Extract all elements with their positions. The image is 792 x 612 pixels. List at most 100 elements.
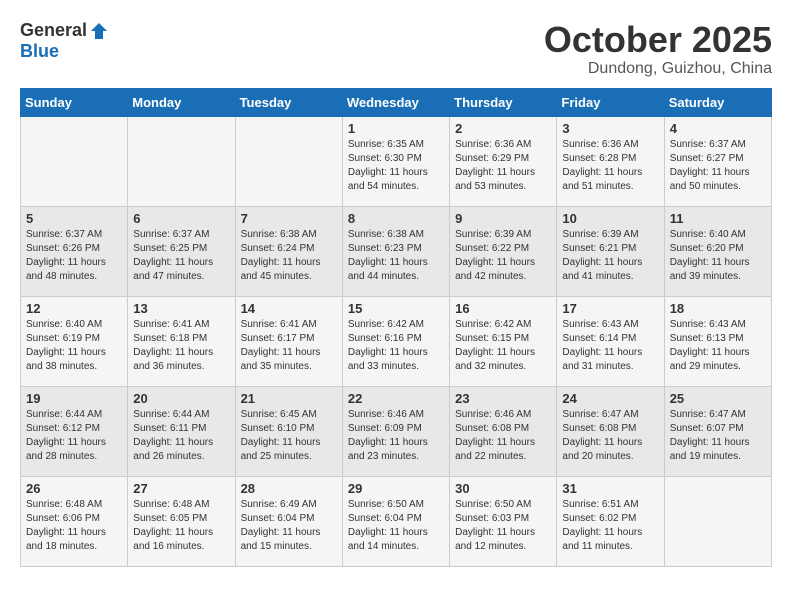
day-number: 30 — [455, 481, 551, 496]
page-header: General Blue October 2025 Dundong, Guizh… — [20, 20, 772, 78]
day-info: Sunrise: 6:50 AM Sunset: 6:03 PM Dayligh… — [455, 498, 551, 554]
cell-w3-d0: 19Sunrise: 6:44 AM Sunset: 6:12 PM Dayli… — [21, 386, 128, 476]
day-number: 29 — [348, 481, 444, 496]
day-info: Sunrise: 6:47 AM Sunset: 6:07 PM Dayligh… — [670, 408, 766, 464]
logo-blue-text: Blue — [20, 41, 59, 62]
day-number: 22 — [348, 391, 444, 406]
day-number: 15 — [348, 301, 444, 316]
cell-w4-d0: 26 Sunrise: 6:48 AM Sunset: 6:06 PM Dayli… — [21, 476, 128, 566]
cell-w0-d2 — [235, 116, 342, 206]
day-number: 3 — [562, 121, 658, 136]
day-info: Sunrise: 6:44 AM Sunset: 6:12 PM Dayligh… — [26, 408, 122, 464]
location: Dundong, Guizhou, China — [544, 60, 772, 78]
calendar-table: Sunday Monday Tuesday Wednesday Thursday… — [20, 88, 772, 567]
day-info: Sunrise: 6:40 AM Sunset: 6:19 PM Dayligh… — [26, 318, 122, 374]
header-saturday: Saturday — [664, 88, 771, 116]
day-info: Sunrise: 6:48 AM Sunset: 6:05 PM Dayligh… — [133, 498, 229, 554]
cell-w0-d1 — [128, 116, 235, 206]
day-info: Sunrise: 6:48 AM Sunset: 6:06 PM Dayligh… — [26, 498, 122, 554]
cell-w1-d5: 10 Sunrise: 6:39 AM Sunset: 6:21 PM Dayli… — [557, 206, 664, 296]
day-number: 26 — [26, 481, 122, 496]
week-row-0: 1 Sunrise: 6:35 AM Sunset: 6:30 PM Daylig… — [21, 116, 772, 206]
header-wednesday: Wednesday — [342, 88, 449, 116]
day-number: 11 — [670, 211, 766, 226]
cell-w1-d0: 5 Sunrise: 6:37 AM Sunset: 6:26 PM Daylig… — [21, 206, 128, 296]
cell-w1-d1: 6 Sunrise: 6:37 AM Sunset: 6:25 PM Daylig… — [128, 206, 235, 296]
day-number: 18 — [670, 301, 766, 316]
day-info: Sunrise: 6:51 AM Sunset: 6:02 PM Dayligh… — [562, 498, 658, 554]
day-info: Sunrise: 6:38 AM Sunset: 6:23 PM Dayligh… — [348, 228, 444, 284]
logo-icon — [89, 21, 109, 41]
week-row-4: 26 Sunrise: 6:48 AM Sunset: 6:06 PM Dayli… — [21, 476, 772, 566]
day-number: 4 — [670, 121, 766, 136]
day-number: 2 — [455, 121, 551, 136]
cell-w3-d1: 20 Sunrise: 6:44 AM Sunset: 6:11 PM Dayli… — [128, 386, 235, 476]
cell-w4-d6 — [664, 476, 771, 566]
calendar-header: Sunday Monday Tuesday Wednesday Thursday… — [21, 88, 772, 116]
day-number: 5 — [26, 211, 122, 226]
day-number: 7 — [241, 211, 337, 226]
day-number: 28 — [241, 481, 337, 496]
day-info: Sunrise: 6:37 AM Sunset: 6:25 PM Dayligh… — [133, 228, 229, 284]
day-info: Sunrise: 6:41 AM Sunset: 6:18 PM Dayligh… — [133, 318, 229, 374]
day-info: Sunrise: 6:39 AM Sunset: 6:22 PM Dayligh… — [455, 228, 551, 284]
day-info: Sunrise: 6:41 AM Sunset: 6:17 PM Dayligh… — [241, 318, 337, 374]
day-number: 14 — [241, 301, 337, 316]
day-number: 21 — [241, 391, 337, 406]
day-number: 23 — [455, 391, 551, 406]
day-info: Sunrise: 6:45 AM Sunset: 6:10 PM Dayligh… — [241, 408, 337, 464]
cell-w4-d4: 30 Sunrise: 6:50 AM Sunset: 6:03 PM Dayli… — [450, 476, 557, 566]
cell-w3-d5: 24Sunrise: 6:47 AM Sunset: 6:08 PM Dayli… — [557, 386, 664, 476]
cell-w1-d3: 8 Sunrise: 6:38 AM Sunset: 6:23 PM Daylig… — [342, 206, 449, 296]
day-info: Sunrise: 6:43 AM Sunset: 6:14 PM Dayligh… — [562, 318, 658, 374]
cell-w3-d4: 23 Sunrise: 6:46 AM Sunset: 6:08 PM Dayli… — [450, 386, 557, 476]
day-number: 31 — [562, 481, 658, 496]
day-number: 8 — [348, 211, 444, 226]
cell-w2-d5: 17 Sunrise: 6:43 AM Sunset: 6:14 PM Dayli… — [557, 296, 664, 386]
day-number: 27 — [133, 481, 229, 496]
week-row-1: 5 Sunrise: 6:37 AM Sunset: 6:26 PM Daylig… — [21, 206, 772, 296]
header-sunday: Sunday — [21, 88, 128, 116]
cell-w2-d4: 16Sunrise: 6:42 AM Sunset: 6:15 PM Dayli… — [450, 296, 557, 386]
day-info: Sunrise: 6:39 AM Sunset: 6:21 PM Dayligh… — [562, 228, 658, 284]
day-info: Sunrise: 6:37 AM Sunset: 6:26 PM Dayligh… — [26, 228, 122, 284]
day-info: Sunrise: 6:46 AM Sunset: 6:08 PM Dayligh… — [455, 408, 551, 464]
day-info: Sunrise: 6:35 AM Sunset: 6:30 PM Dayligh… — [348, 138, 444, 194]
cell-w2-d6: 18Sunrise: 6:43 AM Sunset: 6:13 PM Dayli… — [664, 296, 771, 386]
cell-w2-d0: 12 Sunrise: 6:40 AM Sunset: 6:19 PM Dayli… — [21, 296, 128, 386]
logo: General Blue — [20, 20, 109, 62]
cell-w4-d1: 27 Sunrise: 6:48 AM Sunset: 6:05 PM Dayli… — [128, 476, 235, 566]
cell-w3-d3: 22 Sunrise: 6:46 AM Sunset: 6:09 PM Dayli… — [342, 386, 449, 476]
day-number: 1 — [348, 121, 444, 136]
day-number: 13 — [133, 301, 229, 316]
cell-w2-d2: 14 Sunrise: 6:41 AM Sunset: 6:17 PM Dayli… — [235, 296, 342, 386]
day-info: Sunrise: 6:36 AM Sunset: 6:28 PM Dayligh… — [562, 138, 658, 194]
cell-w0-d5: 3 Sunrise: 6:36 AM Sunset: 6:28 PM Daylig… — [557, 116, 664, 206]
day-number: 12 — [26, 301, 122, 316]
header-friday: Friday — [557, 88, 664, 116]
day-number: 9 — [455, 211, 551, 226]
cell-w4-d5: 31 Sunrise: 6:51 AM Sunset: 6:02 PM Dayli… — [557, 476, 664, 566]
logo-general-text: General — [20, 20, 87, 41]
day-number: 25 — [670, 391, 766, 406]
cell-w4-d2: 28 Sunrise: 6:49 AM Sunset: 6:04 PM Dayli… — [235, 476, 342, 566]
day-info: Sunrise: 6:44 AM Sunset: 6:11 PM Dayligh… — [133, 408, 229, 464]
day-number: 24 — [562, 391, 658, 406]
week-row-3: 19Sunrise: 6:44 AM Sunset: 6:12 PM Dayli… — [21, 386, 772, 476]
header-monday: Monday — [128, 88, 235, 116]
cell-w2-d1: 13 Sunrise: 6:41 AM Sunset: 6:18 PM Dayli… — [128, 296, 235, 386]
day-info: Sunrise: 6:46 AM Sunset: 6:09 PM Dayligh… — [348, 408, 444, 464]
day-number: 6 — [133, 211, 229, 226]
day-info: Sunrise: 6:49 AM Sunset: 6:04 PM Dayligh… — [241, 498, 337, 554]
day-number: 17 — [562, 301, 658, 316]
day-number: 10 — [562, 211, 658, 226]
day-info: Sunrise: 6:38 AM Sunset: 6:24 PM Dayligh… — [241, 228, 337, 284]
cell-w3-d6: 25 Sunrise: 6:47 AM Sunset: 6:07 PM Dayli… — [664, 386, 771, 476]
day-number: 20 — [133, 391, 229, 406]
day-info: Sunrise: 6:36 AM Sunset: 6:29 PM Dayligh… — [455, 138, 551, 194]
header-tuesday: Tuesday — [235, 88, 342, 116]
week-row-2: 12 Sunrise: 6:40 AM Sunset: 6:19 PM Dayli… — [21, 296, 772, 386]
calendar-body: 1 Sunrise: 6:35 AM Sunset: 6:30 PM Daylig… — [21, 116, 772, 566]
cell-w1-d6: 11Sunrise: 6:40 AM Sunset: 6:20 PM Dayli… — [664, 206, 771, 296]
header-thursday: Thursday — [450, 88, 557, 116]
